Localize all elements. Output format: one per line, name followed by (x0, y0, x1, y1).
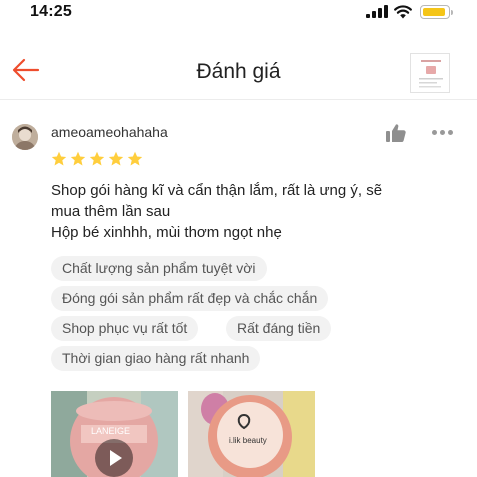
star-icon (108, 151, 124, 166)
star-icon (89, 151, 105, 166)
status-bar: 14:25 (0, 0, 477, 26)
review-text: Shop gói hàng kĩ và cẩn thận lắm, rất là… (51, 180, 461, 243)
more-options-icon[interactable] (432, 130, 454, 136)
review-tag-service[interactable]: Shop phục vụ rất tốt (51, 316, 199, 341)
header-bar: Đánh giá (0, 40, 477, 100)
play-icon[interactable] (95, 439, 133, 477)
thumbs-up-icon[interactable] (385, 123, 407, 143)
battery-icon (420, 5, 453, 19)
product-thumbnail[interactable] (410, 53, 450, 93)
photo-brand-label: i.lik beauty (229, 436, 267, 445)
review-tag-value[interactable]: Rất đáng tiền (226, 316, 332, 341)
star-icon (51, 151, 67, 166)
review-line: mua thêm lần sau (51, 203, 171, 220)
reviewer-username[interactable]: ameoameohahaha (51, 124, 168, 140)
page-title: Đánh giá (196, 60, 281, 83)
product-image (411, 54, 449, 92)
signal-icon (366, 5, 388, 18)
review-photo-thumbnail[interactable]: i.lik beauty (188, 391, 315, 477)
video-brand-label: LANEIGE (91, 426, 130, 436)
star-icon (127, 151, 143, 166)
wifi-icon (394, 5, 412, 19)
status-time: 14:25 (30, 3, 72, 20)
review-tag-packaging[interactable]: Đóng gói sản phẩm rất đẹp và chắc chắn (51, 286, 329, 311)
review-line: Hộp bé xinhhh, mùi thơm ngọt nhẹ (51, 224, 282, 241)
star-icon (70, 151, 86, 166)
avatar[interactable] (12, 124, 38, 150)
photo-preview-image: i.lik beauty (188, 391, 315, 477)
review-tag-delivery[interactable]: Thời gian giao hàng rất nhanh (51, 346, 261, 371)
review-video-thumbnail[interactable]: LANEIGE (51, 391, 178, 477)
review-tag-quality[interactable]: Chất lượng sản phẩm tuyệt vời (51, 256, 267, 281)
review-line: Shop gói hàng kĩ và cẩn thận lắm, rất là… (51, 182, 383, 199)
